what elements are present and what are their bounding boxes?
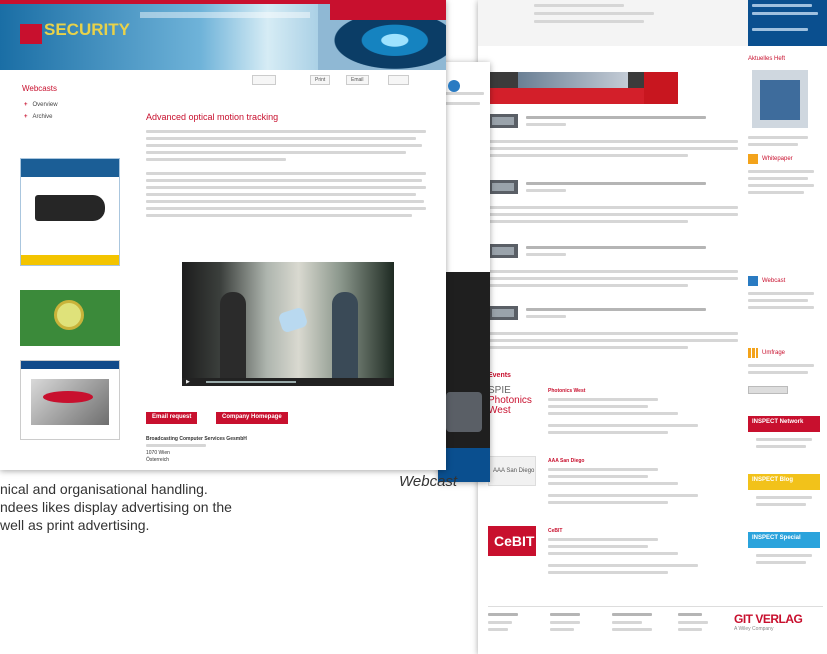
email-request-button[interactable]: Email request — [146, 412, 198, 424]
add-button[interactable] — [388, 75, 410, 85]
progress-bar[interactable] — [206, 381, 296, 383]
spie-logo: SPIE Photonics West — [488, 385, 532, 416]
caption-text: nical and organisational handling. ndees… — [0, 480, 430, 534]
sidebar-link-overview[interactable]: Overview — [24, 102, 58, 108]
company-country: Österreich — [146, 457, 170, 463]
company-homepage-button[interactable]: Company Homepage — [216, 412, 288, 424]
webcast-heading[interactable]: Webcast — [762, 278, 785, 284]
header-login-box[interactable] — [330, 4, 446, 20]
poll-heading[interactable]: Umfrage — [762, 350, 785, 356]
site-header: SECURITY — [0, 0, 446, 70]
sidebar-heading: Webcasts — [22, 84, 57, 93]
email-button[interactable]: Email — [346, 75, 369, 85]
event-name[interactable]: AAA San Diego — [548, 458, 584, 464]
caption-line-2: ndees likes display advertising on the — [0, 499, 232, 515]
sidebar-ad-green[interactable] — [20, 290, 120, 346]
player-controls[interactable]: ▶ — [182, 378, 394, 386]
event-name[interactable]: CeBIT — [548, 528, 562, 534]
news-item[interactable] — [488, 114, 738, 170]
play-icon[interactable]: ▶ — [186, 380, 190, 385]
company-address: Broadcasting Computer Services GesmbH 10… — [146, 436, 247, 464]
print-label: Print — [315, 77, 326, 83]
right-column: Aktuelles Heft Whitepaper Webcast Umfrag… — [748, 56, 820, 616]
sidebar-link-archive[interactable]: Archive — [24, 114, 53, 120]
event-item[interactable]: SPIE Photonics West Photonics West — [488, 386, 738, 456]
email-label: Email — [351, 77, 364, 83]
news-item[interactable] — [488, 244, 738, 300]
news-thumbnail — [488, 306, 518, 320]
event-item[interactable]: CeBIT CeBIT — [488, 526, 738, 596]
git-verlag-logo[interactable]: GIT VERLAG A Wiley Company — [734, 612, 803, 632]
caption-line-3: well as print advertising. — [0, 517, 150, 533]
inspect-network-box[interactable]: INSPECT Network — [748, 416, 820, 432]
inspect-blog-box[interactable]: INSPECT Blog — [748, 474, 820, 490]
webcast-caption: Webcast — [399, 473, 458, 490]
events-heading: Events — [488, 372, 511, 379]
technology-banner[interactable] — [488, 72, 678, 104]
site-brand[interactable]: SECURITY — [44, 20, 130, 40]
webcast-icon — [748, 276, 758, 286]
news-thumbnail — [488, 180, 518, 194]
video-player[interactable]: ▶ — [182, 262, 394, 386]
caption-line-1: nical and organisational handling. — [0, 481, 208, 497]
whitepaper-icon — [748, 154, 758, 164]
article-title: Advanced optical motion tracking — [146, 112, 279, 122]
whitepaper-heading[interactable]: Whitepaper — [762, 156, 793, 162]
front-screenshot: SECURITY Webcasts Overview Archive Print… — [0, 0, 446, 470]
magazine-cover[interactable] — [752, 70, 808, 128]
comments-button[interactable] — [252, 75, 276, 85]
cebit-logo: CeBIT — [488, 526, 536, 556]
event-item[interactable]: AAA San Diego AAA San Diego — [488, 456, 738, 526]
sidebar-ad-telecentric[interactable] — [20, 158, 120, 266]
company-name: Broadcasting Computer Services GesmbH — [146, 436, 247, 442]
print-button[interactable]: Print — [310, 75, 331, 85]
news-item[interactable] — [488, 306, 738, 362]
company-city: 1070 Wien — [146, 450, 170, 456]
search-icon[interactable] — [448, 80, 460, 92]
git-logo[interactable] — [20, 24, 42, 44]
news-item[interactable] — [488, 180, 738, 236]
poll-icon — [748, 348, 758, 358]
back-top-banner — [478, 0, 827, 46]
top-navigation[interactable] — [140, 12, 310, 18]
news-thumbnail — [488, 244, 518, 258]
inspect-special-box[interactable]: INSPECT Special — [748, 532, 820, 548]
poll-button[interactable] — [748, 386, 788, 394]
back-top-ad[interactable] — [748, 0, 827, 46]
news-thumbnail — [488, 114, 518, 128]
event-name[interactable]: Photonics West — [548, 388, 585, 394]
camera-image — [446, 392, 482, 432]
back-screenshot: Events SPIE Photonics West Photonics West… — [478, 0, 827, 654]
aaa-san-diego-logo: AAA San Diego — [488, 456, 536, 486]
current-issue-heading[interactable]: Aktuelles Heft — [748, 56, 785, 62]
sidebar-ad-value[interactable] — [20, 360, 120, 440]
